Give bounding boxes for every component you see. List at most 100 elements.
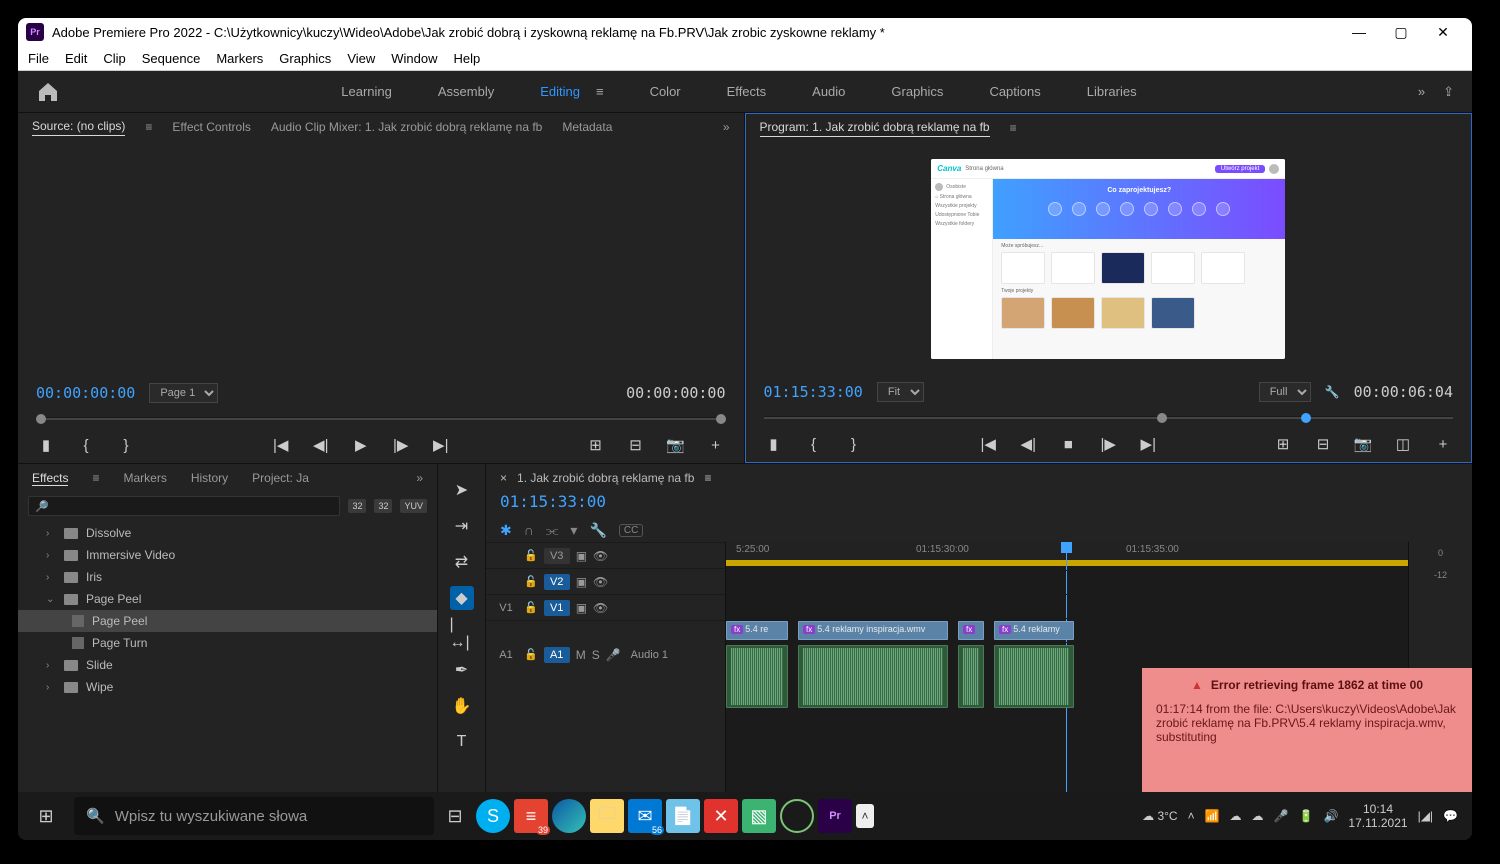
badge-32bit[interactable]: 32 bbox=[348, 499, 366, 513]
menu-help[interactable]: Help bbox=[454, 51, 481, 66]
step-fwd-icon[interactable]: |▶ bbox=[1098, 435, 1118, 453]
circle-app-icon[interactable] bbox=[780, 799, 814, 833]
quality-select[interactable]: Full bbox=[1259, 382, 1311, 402]
tree-folder[interactable]: ›Iris bbox=[18, 566, 437, 588]
tree-folder[interactable]: ›Immersive Video bbox=[18, 544, 437, 566]
menu-window[interactable]: Window bbox=[391, 51, 437, 66]
lock-icon[interactable]: 🔓 bbox=[524, 648, 538, 661]
clock[interactable]: 10:1417.11.2021 bbox=[1348, 802, 1407, 831]
mute-icon[interactable]: M bbox=[576, 648, 586, 662]
video-clip[interactable]: fx5.4 reklamy bbox=[994, 621, 1074, 640]
wrench-icon[interactable]: 🔧 bbox=[589, 522, 606, 539]
bracket-out-icon[interactable]: } bbox=[116, 437, 136, 454]
weather-icon[interactable]: ☁ 3°C bbox=[1142, 809, 1177, 823]
menu-clip[interactable]: Clip bbox=[103, 51, 125, 66]
todoist-icon[interactable]: ≡39 bbox=[514, 799, 548, 833]
timeline-tc[interactable]: 01:15:33:00 bbox=[486, 492, 1472, 518]
add-button-icon[interactable]: + bbox=[706, 437, 726, 454]
play-icon[interactable]: ▶ bbox=[351, 436, 371, 454]
add-icon[interactable]: + bbox=[1433, 436, 1453, 453]
snap-icon[interactable]: ✱ bbox=[500, 522, 512, 539]
voiceover-icon[interactable]: 🎤 bbox=[606, 648, 621, 662]
overflow-icon[interactable]: » bbox=[1418, 84, 1425, 99]
source-a1-target[interactable]: A1 bbox=[494, 649, 518, 661]
panel-menu-icon[interactable]: ≡ bbox=[145, 120, 152, 134]
video-clip[interactable]: fx5.4 reklamy inspiracja.wmv bbox=[798, 621, 948, 640]
taskbar-search[interactable]: 🔍 Wpisz tu wyszukiwane słowa bbox=[74, 797, 434, 835]
notepad-icon[interactable]: 📄 bbox=[666, 799, 700, 833]
start-button[interactable]: ⊞ bbox=[22, 792, 70, 840]
insert-icon[interactable]: ⊞ bbox=[586, 436, 606, 454]
chevron-icon[interactable]: › bbox=[46, 682, 56, 693]
panel-menu-icon[interactable]: ≡ bbox=[704, 471, 711, 485]
pen-tool-icon[interactable]: ✒ bbox=[450, 658, 474, 682]
tree-folder[interactable]: ⌄Page Peel bbox=[18, 588, 437, 610]
overwrite-icon[interactable]: ⊟ bbox=[626, 436, 646, 454]
onedrive-icon[interactable]: ☁ bbox=[1230, 809, 1242, 823]
slip-tool-icon[interactable]: |↔| bbox=[450, 622, 474, 646]
notifications-icon[interactable]: 💬 bbox=[1443, 809, 1458, 823]
menu-graphics[interactable]: Graphics bbox=[279, 51, 331, 66]
workspace-audio[interactable]: Audio bbox=[812, 84, 845, 99]
workspace-libraries[interactable]: Libraries bbox=[1087, 84, 1137, 99]
source-tc-in[interactable]: 00:00:00:00 bbox=[36, 384, 135, 402]
page-select[interactable]: Page 1 bbox=[149, 383, 218, 403]
extract-icon[interactable]: ⊟ bbox=[1313, 435, 1333, 453]
track-v3[interactable]: V3 bbox=[544, 548, 570, 564]
out-icon[interactable]: } bbox=[844, 436, 864, 453]
chevron-icon[interactable]: › bbox=[46, 660, 56, 671]
in-icon[interactable]: { bbox=[804, 436, 824, 453]
mark-in-icon[interactable]: ▮ bbox=[36, 436, 56, 454]
chevron-up-icon[interactable]: ˄ bbox=[856, 804, 874, 828]
video-clip[interactable]: fx5.4 re bbox=[726, 621, 788, 640]
home-button[interactable] bbox=[36, 80, 60, 104]
workspace-editing[interactable]: Editing bbox=[540, 84, 580, 99]
go-to-in-icon[interactable]: |◀ bbox=[271, 436, 291, 454]
program-viewer[interactable]: Canva Strona główna Utwórz projekt Osobi… bbox=[746, 142, 1472, 376]
program-tab[interactable]: Program: 1. Jak zrobić dobrą reklamę na … bbox=[760, 120, 990, 137]
maximize-button[interactable]: ▢ bbox=[1380, 24, 1422, 41]
export-frame-icon[interactable]: 📷 bbox=[666, 436, 686, 454]
tree-folder[interactable]: ›Dissolve bbox=[18, 522, 437, 544]
program-scrubber[interactable] bbox=[746, 408, 1472, 426]
menu-edit[interactable]: Edit bbox=[65, 51, 87, 66]
marker-add-icon[interactable]: ▾ bbox=[570, 522, 577, 539]
hand-tool-icon[interactable]: ✋ bbox=[450, 694, 474, 718]
track-select-tool-icon[interactable]: ⇥ bbox=[450, 514, 474, 538]
effects-tab[interactable]: Project: Ja bbox=[252, 471, 309, 485]
audio-clip[interactable] bbox=[958, 645, 984, 708]
bracket-in-icon[interactable]: { bbox=[76, 437, 96, 454]
volume-icon[interactable]: 🔊 bbox=[1323, 809, 1338, 823]
toggle-output-icon[interactable]: ▣ bbox=[576, 549, 587, 563]
cloud-icon[interactable]: ☁ bbox=[1252, 809, 1264, 823]
menu-markers[interactable]: Markers bbox=[216, 51, 263, 66]
green-app-icon[interactable]: ▧ bbox=[742, 799, 776, 833]
workspace-effects[interactable]: Effects bbox=[727, 84, 767, 99]
track-v1[interactable]: V1 bbox=[544, 600, 570, 616]
zoom-select[interactable]: Fit bbox=[877, 382, 924, 402]
close-button[interactable]: ✕ bbox=[1422, 24, 1464, 41]
tree-effect[interactable]: Page Turn bbox=[18, 632, 437, 654]
ripple-tool-icon[interactable]: ⇄ bbox=[450, 550, 474, 574]
chevron-icon[interactable]: ⌄ bbox=[46, 594, 56, 605]
edge-icon[interactable] bbox=[552, 799, 586, 833]
effects-tab[interactable]: History bbox=[191, 471, 228, 485]
link-icon[interactable]: ⫘ bbox=[546, 522, 559, 539]
stop-icon[interactable]: ■ bbox=[1058, 436, 1078, 453]
go-to-out-icon[interactable]: ▶| bbox=[431, 436, 451, 454]
razor-tool-icon[interactable]: ◆ bbox=[450, 586, 474, 610]
badge-32float[interactable]: 32 bbox=[374, 499, 392, 513]
source-viewer[interactable] bbox=[18, 141, 744, 377]
xmind-icon[interactable]: ✕ bbox=[704, 799, 738, 833]
tree-effect[interactable]: Page Peel bbox=[18, 610, 437, 632]
skype-icon[interactable]: S bbox=[476, 799, 510, 833]
workspace-assembly[interactable]: Assembly bbox=[438, 84, 494, 99]
cc-icon[interactable]: CC bbox=[619, 524, 643, 537]
effects-tab[interactable]: Effects bbox=[32, 471, 68, 486]
panel-overflow-icon[interactable]: » bbox=[723, 120, 730, 134]
audio-clip[interactable] bbox=[994, 645, 1074, 708]
workspace-graphics[interactable]: Graphics bbox=[891, 84, 943, 99]
workspace-color[interactable]: Color bbox=[650, 84, 681, 99]
premiere-icon[interactable]: Pr bbox=[818, 799, 852, 833]
panel-menu-icon[interactable]: ≡ bbox=[1010, 121, 1017, 135]
